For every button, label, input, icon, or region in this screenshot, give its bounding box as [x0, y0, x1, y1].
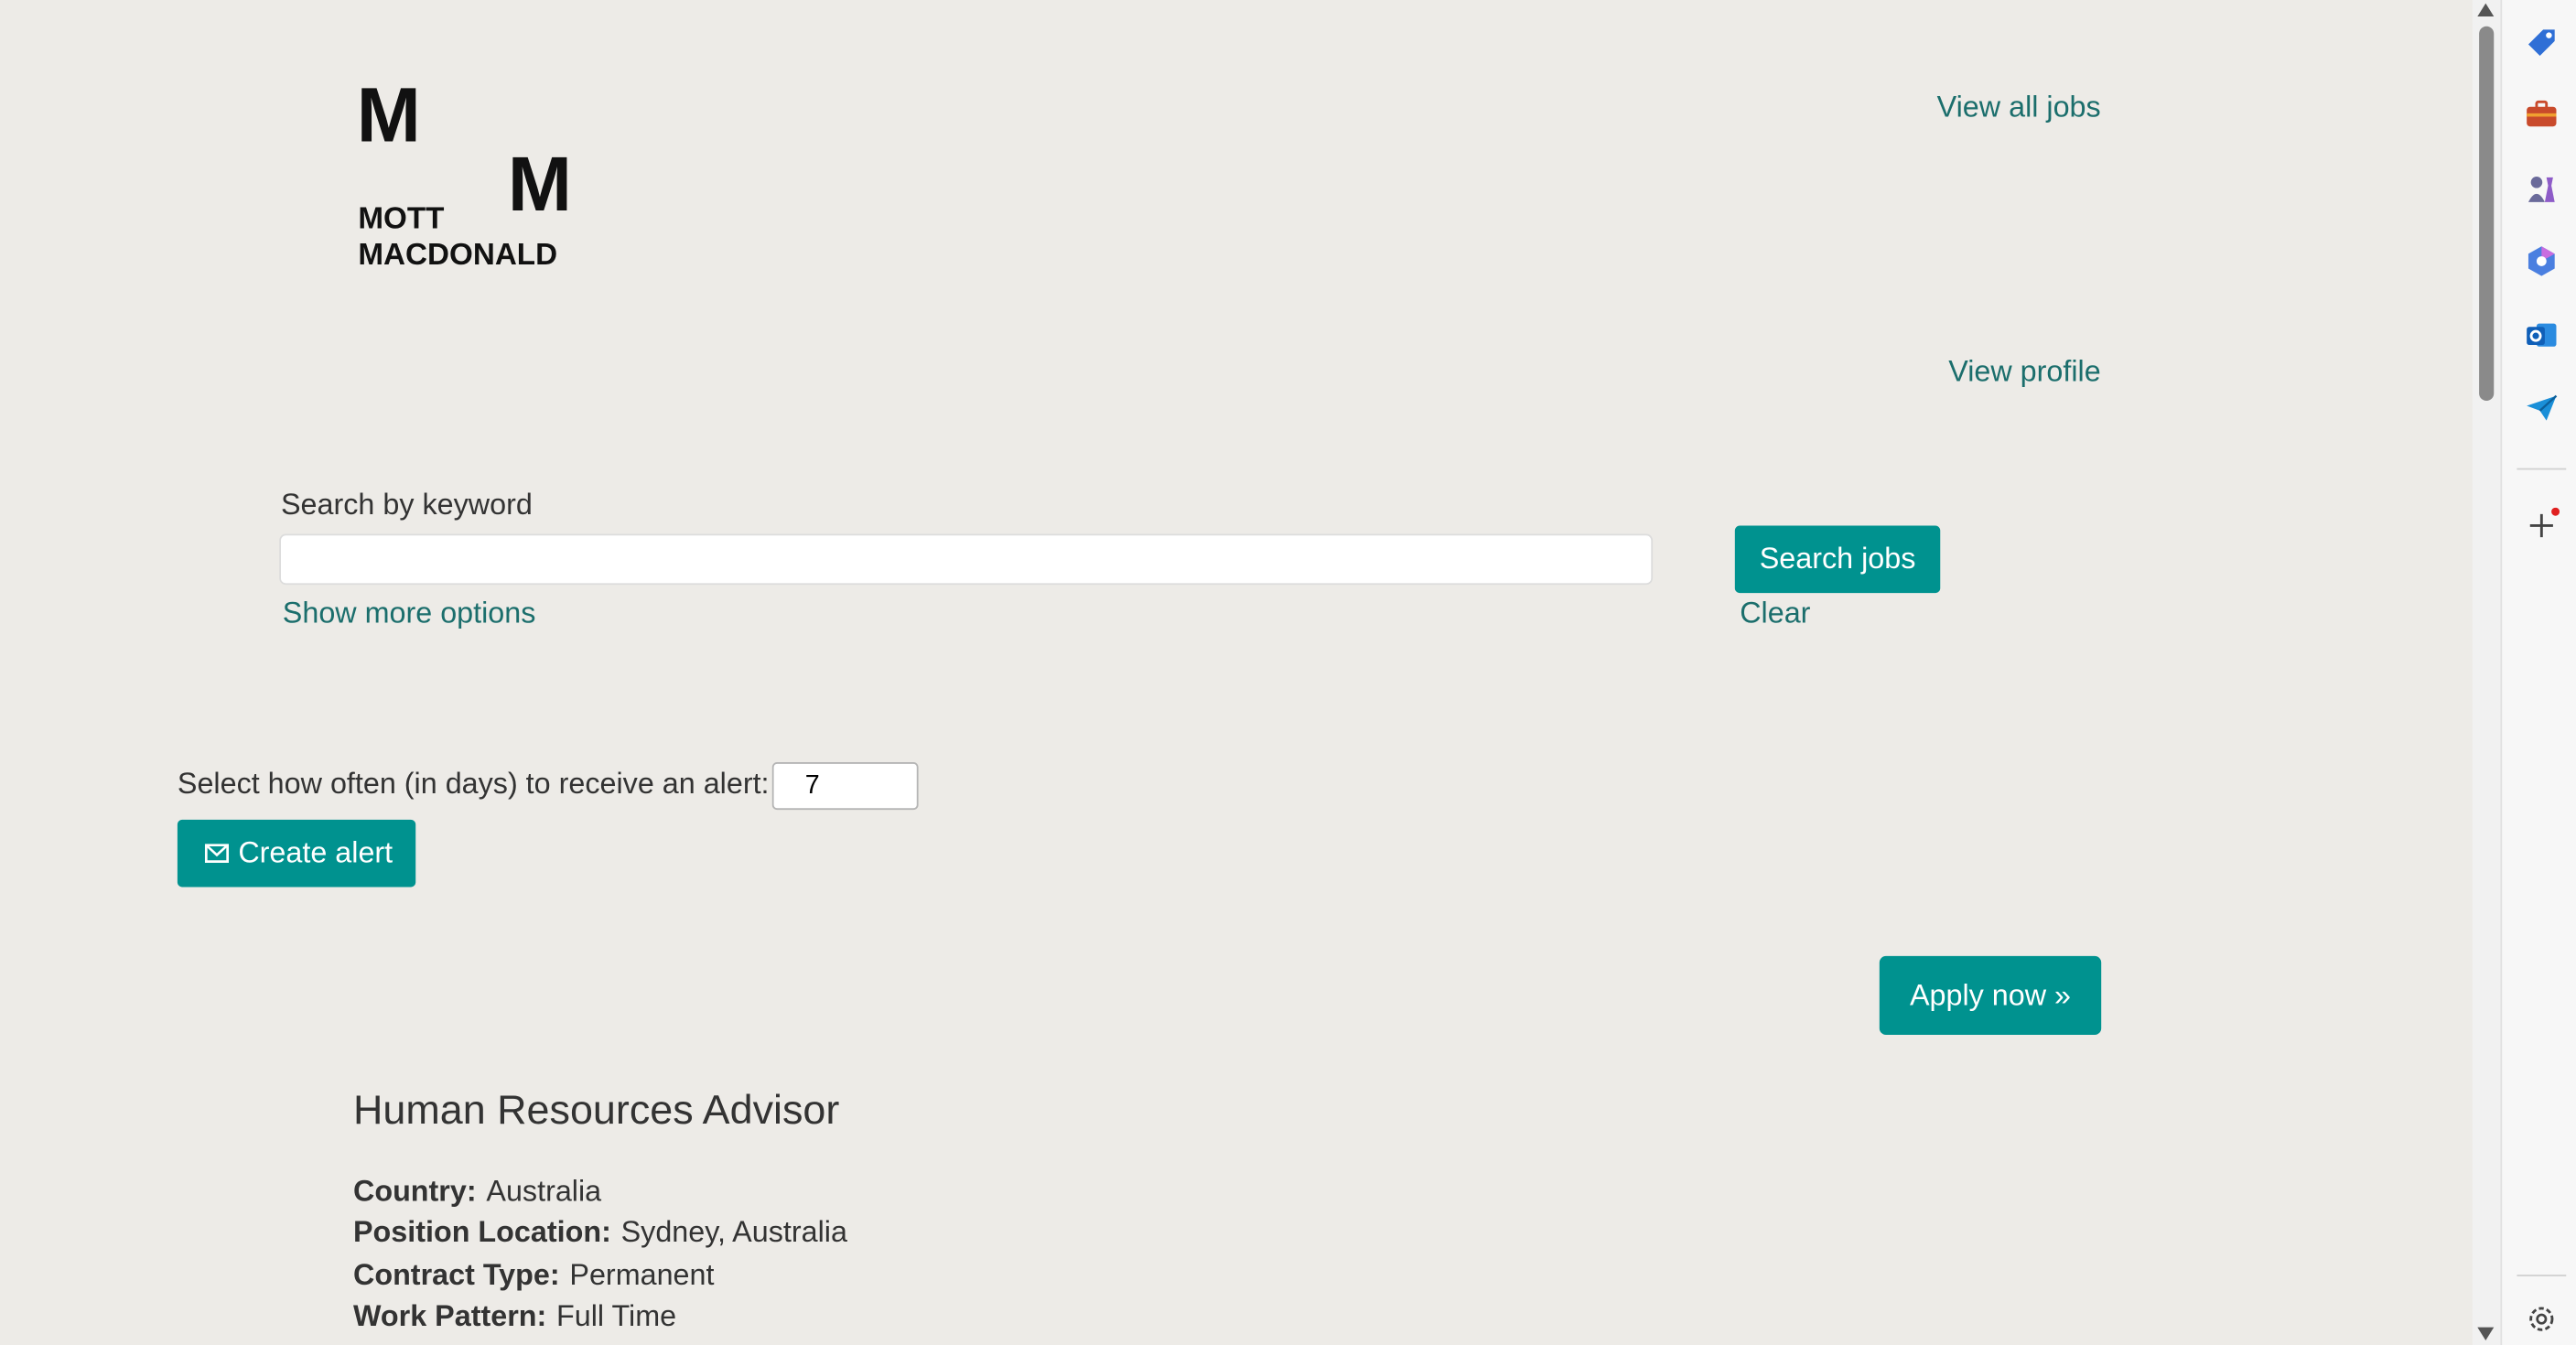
logo-letter-right: M: [507, 139, 572, 227]
detail-value: Australia: [486, 1174, 602, 1208]
alert-days-value: 7: [804, 770, 820, 800]
scroll-down-arrow[interactable]: [2477, 1327, 2495, 1340]
create-alert-label: Create alert: [238, 835, 393, 869]
apply-now-button[interactable]: Apply now »: [1879, 955, 2102, 1036]
detail-value: Permanent: [569, 1258, 715, 1292]
detail-value: Full Time: [556, 1299, 677, 1332]
clear-link[interactable]: Clear: [1740, 597, 1810, 631]
search-jobs-label: Search jobs: [1759, 542, 1916, 576]
browser-sidebar: [2500, 0, 2576, 1345]
keyword-search-input[interactable]: [279, 533, 1654, 586]
chess-icon[interactable]: [2524, 171, 2560, 207]
show-more-options-link[interactable]: Show more options: [283, 597, 536, 631]
detail-label: Contract Type:: [352, 1258, 560, 1292]
detail-label: Work Pattern:: [352, 1299, 547, 1332]
logo-letter-top: M: [356, 70, 421, 158]
apply-now-label: Apply now »: [1909, 978, 2072, 1012]
copilot-icon[interactable]: [2524, 243, 2560, 279]
detail-value: Sydney, Australia: [620, 1215, 847, 1249]
detail-label: Position Location:: [352, 1215, 611, 1249]
sidebar-divider: [2517, 1275, 2567, 1276]
detail-position-location: Position Location: Sydney, Australia: [353, 1216, 847, 1251]
search-label: Search by keyword: [280, 488, 533, 522]
settings-icon[interactable]: [2524, 1301, 2560, 1337]
view-all-jobs-link[interactable]: View all jobs: [1937, 91, 2101, 125]
detail-work-pattern: Work Pattern: Full Time: [353, 1299, 676, 1334]
envelope-icon: [204, 844, 229, 863]
scroll-thumb[interactable]: [2479, 26, 2495, 402]
detail-label: Country:: [352, 1174, 477, 1208]
sidebar-divider: [2517, 468, 2567, 470]
tag-icon[interactable]: [2524, 25, 2560, 60]
alert-days-input[interactable]: 7: [771, 762, 919, 811]
outlook-icon[interactable]: [2524, 317, 2560, 352]
scroll-up-arrow[interactable]: [2477, 3, 2495, 16]
briefcase-icon[interactable]: [2524, 97, 2560, 133]
alert-frequency-label: Select how often (in days) to receive an…: [177, 767, 770, 801]
job-title: Human Resources Advisor: [352, 1087, 840, 1134]
vertical-scrollbar[interactable]: [2472, 0, 2501, 1345]
page: M M MOTT MACDONALD View all jobs View pr…: [0, 0, 2576, 1345]
view-profile-link[interactable]: View profile: [1948, 355, 2100, 390]
logo-line-2: MACDONALD: [358, 236, 558, 272]
detail-contract-type: Contract Type: Permanent: [353, 1258, 715, 1293]
add-icon[interactable]: [2524, 507, 2560, 543]
logo-line-1: MOTT: [358, 200, 445, 235]
company-logo[interactable]: M M MOTT MACDONALD: [351, 72, 589, 273]
create-alert-button[interactable]: Create alert: [177, 819, 416, 888]
search-jobs-button[interactable]: Search jobs: [1734, 525, 1941, 594]
detail-country: Country: Australia: [353, 1175, 601, 1210]
send-icon[interactable]: [2524, 389, 2560, 425]
